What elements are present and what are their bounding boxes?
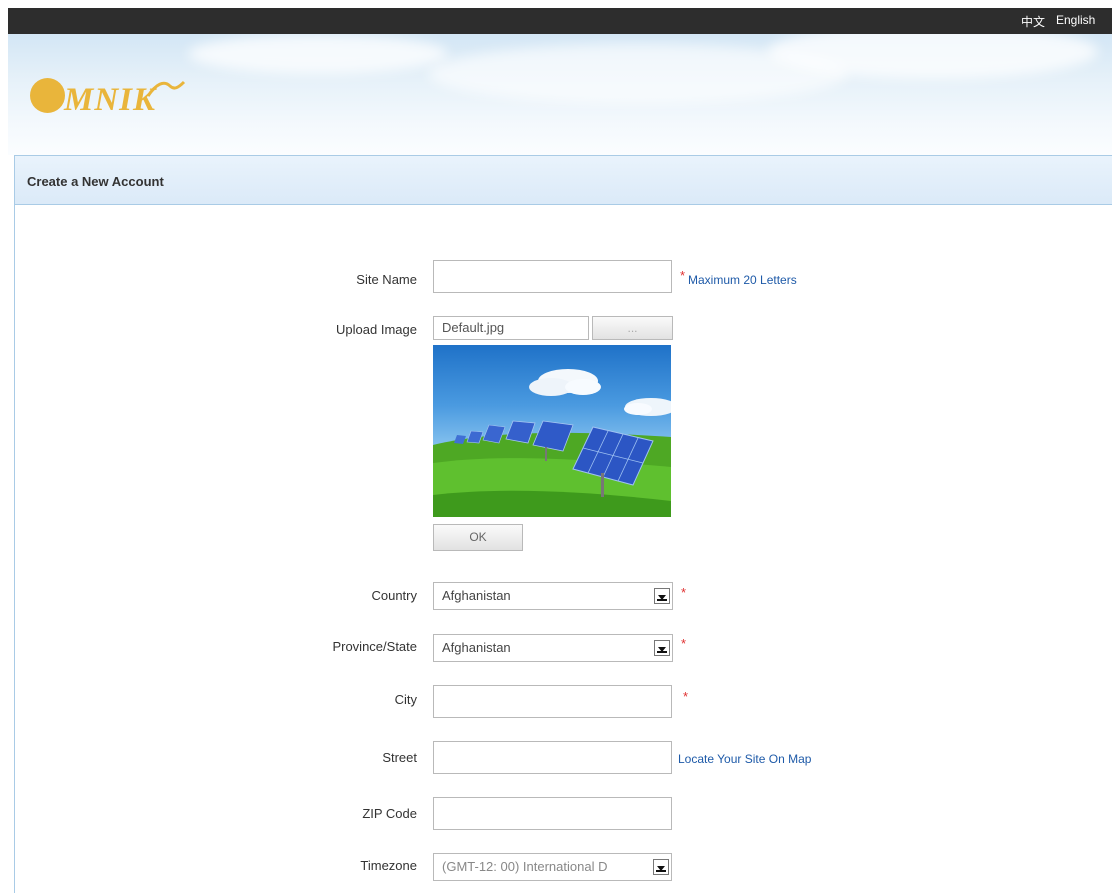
panel-title: Create a New Account bbox=[27, 174, 164, 189]
country-selected-value: Afghanistan bbox=[442, 588, 511, 603]
chevron-down-icon[interactable] bbox=[653, 859, 669, 875]
chevron-down-icon[interactable] bbox=[654, 588, 670, 604]
upload-image-label: Upload Image bbox=[336, 322, 417, 337]
province-select[interactable]: Afghanistan bbox=[433, 634, 673, 662]
city-required-mark: * bbox=[683, 689, 689, 704]
logo-sun-icon bbox=[30, 78, 65, 113]
language-chinese-link[interactable]: 中文 bbox=[1021, 13, 1045, 30]
timezone-selected-value: (GMT-12: 00) International D bbox=[442, 859, 608, 874]
country-select[interactable]: Afghanistan bbox=[433, 582, 673, 610]
site-name-required-mark: * bbox=[680, 268, 686, 283]
city-input[interactable] bbox=[433, 685, 672, 718]
timezone-select[interactable]: (GMT-12: 00) International D bbox=[433, 853, 672, 881]
province-required-mark: * bbox=[681, 636, 687, 651]
locate-on-map-link[interactable]: Locate Your Site On Map bbox=[678, 752, 811, 766]
panel-header: Create a New Account bbox=[15, 156, 1112, 205]
province-selected-value: Afghanistan bbox=[442, 640, 511, 655]
site-image-preview bbox=[433, 345, 671, 517]
ok-button[interactable]: OK bbox=[433, 524, 523, 551]
province-label: Province/State bbox=[332, 639, 417, 654]
logo-swoosh-icon bbox=[146, 80, 186, 97]
country-label: Country bbox=[371, 588, 417, 603]
zip-code-input[interactable] bbox=[433, 797, 672, 830]
zip-code-label: ZIP Code bbox=[362, 806, 417, 821]
street-input[interactable] bbox=[433, 741, 672, 774]
country-required-mark: * bbox=[681, 585, 687, 600]
site-name-input[interactable] bbox=[433, 260, 672, 293]
logo-text: MNIK bbox=[64, 82, 157, 118]
chevron-down-icon[interactable] bbox=[654, 640, 670, 656]
create-account-panel: Create a New Account Site Name * Maximum… bbox=[14, 155, 1112, 893]
street-label: Street bbox=[382, 750, 417, 765]
language-english-link[interactable]: English bbox=[1056, 13, 1095, 27]
site-name-hint: Maximum 20 Letters bbox=[688, 273, 797, 287]
header-banner: MNIK bbox=[8, 34, 1112, 155]
upload-filename-field[interactable]: Default.jpg bbox=[433, 316, 589, 340]
browse-button[interactable]: ... bbox=[592, 316, 673, 340]
city-label: City bbox=[394, 692, 417, 707]
solar-panel-image bbox=[433, 369, 671, 517]
site-name-label: Site Name bbox=[356, 272, 417, 287]
top-bar: 中文 English bbox=[8, 8, 1112, 34]
banner-cloud bbox=[188, 34, 448, 74]
timezone-label: Timezone bbox=[360, 858, 417, 873]
